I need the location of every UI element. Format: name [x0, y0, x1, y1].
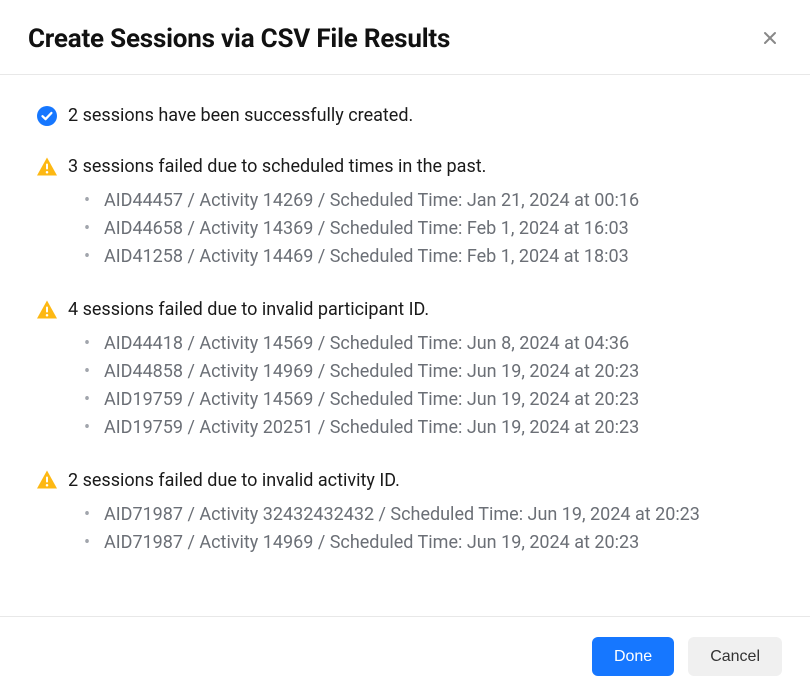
error-message: 4 sessions failed due to invalid partici…: [68, 297, 429, 322]
close-icon: [762, 30, 778, 49]
list-item: AID44418 / Activity 14569 / Scheduled Ti…: [84, 330, 774, 358]
success-section: 2 sessions have been successfully create…: [36, 103, 774, 128]
close-button[interactable]: [758, 26, 782, 53]
error-section-invalid-activity: 2 sessions failed due to invalid activit…: [36, 468, 774, 557]
error-message: 3 sessions failed due to scheduled times…: [68, 154, 486, 179]
error-item-list: AID71987 / Activity 32432432432 / Schedu…: [84, 501, 774, 557]
error-header: 3 sessions failed due to scheduled times…: [36, 154, 774, 179]
list-item: AID19759 / Activity 14569 / Scheduled Ti…: [84, 386, 774, 414]
error-header: 2 sessions failed due to invalid activit…: [36, 468, 774, 493]
modal-title: Create Sessions via CSV File Results: [28, 24, 450, 54]
error-message: 2 sessions failed due to invalid activit…: [68, 468, 400, 493]
error-item-list: AID44457 / Activity 14269 / Scheduled Ti…: [84, 187, 774, 271]
warning-triangle-icon: [36, 156, 58, 178]
modal-footer: Done Cancel: [0, 616, 810, 700]
list-item: AID41258 / Activity 14469 / Scheduled Ti…: [84, 243, 774, 271]
error-item-list: AID44418 / Activity 14569 / Scheduled Ti…: [84, 330, 774, 442]
warning-triangle-icon: [36, 299, 58, 321]
error-header: 4 sessions failed due to invalid partici…: [36, 297, 774, 322]
list-item: AID19759 / Activity 20251 / Scheduled Ti…: [84, 414, 774, 442]
error-section-invalid-participant: 4 sessions failed due to invalid partici…: [36, 297, 774, 442]
check-circle-icon: [36, 105, 58, 127]
list-item: AID44658 / Activity 14369 / Scheduled Ti…: [84, 215, 774, 243]
warning-triangle-icon: [36, 469, 58, 491]
modal-body: 2 sessions have been successfully create…: [0, 75, 810, 616]
error-section-past-times: 3 sessions failed due to scheduled times…: [36, 154, 774, 271]
success-message: 2 sessions have been successfully create…: [68, 103, 413, 128]
create-sessions-results-modal: Create Sessions via CSV File Results 2 s…: [0, 0, 810, 700]
cancel-button[interactable]: Cancel: [688, 637, 782, 676]
done-button[interactable]: Done: [592, 637, 674, 676]
modal-header: Create Sessions via CSV File Results: [0, 0, 810, 75]
list-item: AID44457 / Activity 14269 / Scheduled Ti…: [84, 187, 774, 215]
success-header: 2 sessions have been successfully create…: [36, 103, 774, 128]
list-item: AID44858 / Activity 14969 / Scheduled Ti…: [84, 358, 774, 386]
list-item: AID71987 / Activity 32432432432 / Schedu…: [84, 501, 774, 529]
list-item: AID71987 / Activity 14969 / Scheduled Ti…: [84, 529, 774, 557]
